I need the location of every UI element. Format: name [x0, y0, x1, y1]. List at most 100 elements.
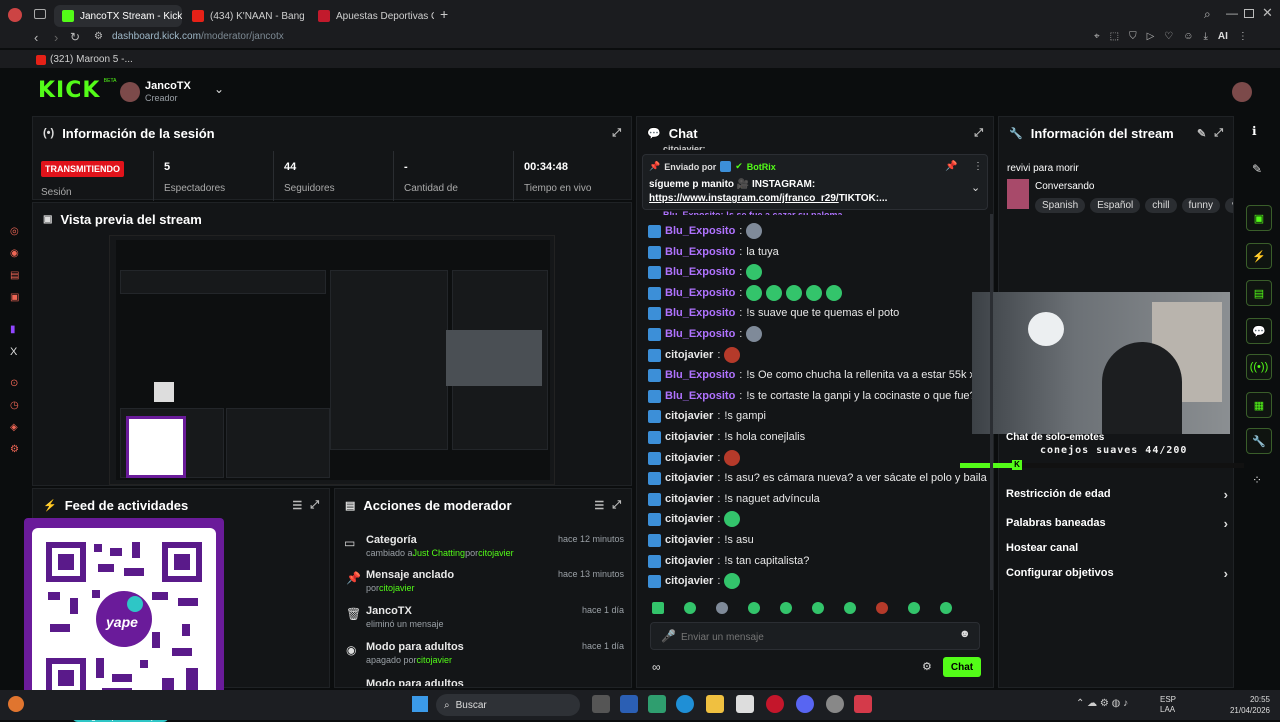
chat-extras-icon[interactable]: ∞: [652, 660, 661, 674]
menu-host-channel[interactable]: Hostear canal: [1006, 539, 1228, 557]
expand-icon[interactable]: ⤢: [612, 499, 621, 512]
opera-icon[interactable]: [766, 695, 784, 713]
chat-username[interactable]: citojavier: [665, 534, 713, 546]
more-tools-icon[interactable]: ⁘: [1252, 473, 1262, 487]
expand-icon[interactable]: ⤢: [974, 127, 983, 140]
stream-info-scrollbar[interactable]: [990, 214, 993, 590]
share-icon[interactable]: ⬚: [1110, 31, 1119, 42]
expand-icon[interactable]: ⤢: [310, 499, 319, 512]
menu-age-restriction[interactable]: Restricción de edad ›: [1006, 485, 1228, 503]
pinned-user[interactable]: BotRix: [747, 162, 776, 172]
emoji-icon[interactable]: ☻: [959, 628, 971, 640]
chat-message[interactable]: Blu_Exposito:: [648, 325, 763, 343]
chat-message[interactable]: citojavier: !s hola conejlalis: [648, 428, 805, 446]
new-tab-icon[interactable]: +: [440, 6, 448, 22]
bookmark-item[interactable]: (321) Maroon 5 -...: [36, 54, 133, 65]
start-icon[interactable]: [412, 696, 428, 712]
pin-icon[interactable]: ⌖: [1094, 31, 1100, 42]
pinned-expand-chevron-icon[interactable]: ⌄: [971, 181, 980, 194]
tool-button-mod[interactable]: ▦: [1246, 392, 1272, 418]
chat-message[interactable]: citojavier:: [648, 449, 741, 467]
tool-button-wrench[interactable]: 🔧: [1246, 428, 1272, 454]
user-link[interactable]: citojavier: [478, 548, 514, 558]
app-icon-2[interactable]: [826, 695, 844, 713]
category-link[interactable]: Just Chatting: [413, 548, 466, 558]
url-field[interactable]: dashboard.kick.com /moderator/jancotx: [112, 31, 284, 42]
chat-send-button[interactable]: Chat: [943, 657, 981, 677]
twitch-icon[interactable]: ▮: [10, 324, 16, 335]
social-icon-1[interactable]: ◎: [10, 226, 19, 237]
kick-logo[interactable]: KICK BETA: [38, 78, 116, 103]
word-icon[interactable]: [620, 695, 638, 713]
social-icon-6[interactable]: ◷: [10, 400, 19, 411]
store-icon[interactable]: [736, 695, 754, 713]
mod-action-item[interactable]: 🗑 JancoTX hace 1 día eliminó un mensaje: [338, 603, 630, 637]
back-icon[interactable]: ‹: [34, 30, 38, 45]
tray-icons[interactable]: ⌃ ☁ ⚙ ◍ ♪: [1076, 698, 1128, 709]
chat-username[interactable]: citojavier: [665, 493, 713, 505]
info-icon[interactable]: ℹ: [1252, 124, 1257, 138]
app-icon-1[interactable]: [648, 695, 666, 713]
social-icon-4[interactable]: ▣: [10, 292, 19, 303]
chat-message[interactable]: Blu_Exposito: !s suave que te quemas el p…: [648, 304, 899, 322]
chat-message[interactable]: citojavier: !s asu? es cámara nueva? a ve…: [648, 469, 987, 487]
emote-icon[interactable]: [748, 602, 760, 614]
browser-tab-apuestas[interactable]: Apuestas Deportivas Onlin: [310, 5, 434, 27]
reload-icon[interactable]: ↻: [70, 30, 80, 44]
chat-username[interactable]: citojavier: [665, 431, 713, 443]
chat-message[interactable]: citojavier: !s gampi: [648, 407, 766, 425]
emote-icon[interactable]: [716, 602, 728, 614]
chat-username[interactable]: citojavier: [665, 555, 713, 567]
pencil-icon[interactable]: ✎: [1252, 162, 1262, 176]
emote-icon[interactable]: [812, 602, 824, 614]
weather-widget[interactable]: [8, 696, 24, 712]
chat-username[interactable]: Blu_Exposito: [665, 287, 735, 299]
x-icon[interactable]: X: [10, 346, 17, 358]
explorer-icon[interactable]: [706, 695, 724, 713]
close-window-icon[interactable]: ✕: [1262, 5, 1273, 21]
user-link[interactable]: citojavier: [417, 655, 453, 665]
pinned-menu-icon[interactable]: ⋮: [973, 161, 983, 172]
ai-button[interactable]: AI: [1218, 31, 1228, 42]
chat-message[interactable]: citojavier:: [648, 572, 741, 590]
chat-username[interactable]: Blu_Exposito: [665, 328, 735, 340]
emote-icon[interactable]: [908, 602, 920, 614]
language-indicator[interactable]: ESP LAA: [1160, 695, 1176, 715]
play-icon[interactable]: ▷: [1147, 31, 1155, 42]
chat-message[interactable]: citojavier: !s naguet advíncula: [648, 490, 820, 508]
chat-message[interactable]: citojavier: !s asu: [648, 531, 754, 549]
chat-message[interactable]: Blu_Exposito: la tuya: [648, 243, 779, 261]
chat-username[interactable]: citojavier: [665, 513, 713, 525]
tool-button-doc[interactable]: ▤: [1246, 280, 1272, 306]
social-icon-2[interactable]: ◉: [10, 248, 19, 259]
browser-tab-kick[interactable]: JancoTX Stream - Kick Da: [54, 5, 182, 27]
stream-preview-video[interactable]: [109, 235, 555, 485]
chat-username[interactable]: Blu_Exposito: [665, 225, 735, 237]
chat-message[interactable]: citojavier: !s tan capitalista?: [648, 552, 809, 570]
shield-icon[interactable]: ⛉: [1129, 31, 1137, 42]
filter-icon[interactable]: ☰: [594, 499, 604, 512]
expand-icon[interactable]: ⤢: [612, 127, 621, 140]
channel-switch-chevron-icon[interactable]: ⌄: [214, 82, 224, 96]
emote-icon[interactable]: [780, 602, 792, 614]
browser-profile-icon[interactable]: [8, 8, 22, 22]
social-icon-7[interactable]: ◈: [10, 422, 18, 433]
chat-message[interactable]: Blu_Exposito:: [648, 222, 763, 240]
tool-button-broadcast[interactable]: ((•)): [1246, 354, 1272, 380]
chat-input-box[interactable]: 🎤 ☻: [650, 622, 980, 650]
app-icon-3[interactable]: [854, 695, 872, 713]
social-icon-3[interactable]: ▤: [10, 270, 19, 281]
mod-action-item[interactable]: ◉ Modo para adultos hace 1 día apagado p…: [338, 639, 630, 673]
filter-icon[interactable]: ☰: [292, 499, 302, 512]
emote-icon[interactable]: [940, 602, 952, 614]
site-info-icon[interactable]: ⚙: [94, 31, 103, 42]
favorites-icon[interactable]: ♡: [1164, 31, 1173, 42]
mod-action-item[interactable]: ▭ Categoría hace 12 minutos cambiado a J…: [338, 532, 630, 566]
chat-username[interactable]: Blu_Exposito: [665, 390, 735, 402]
edit-icon[interactable]: ✎: [1197, 127, 1206, 140]
browser-tab-youtube[interactable]: (434) K'NAAN - Bang Ban: [184, 5, 304, 27]
menu-configure-goals[interactable]: Configurar objetivos ›: [1006, 564, 1228, 582]
chat-message[interactable]: Blu_Exposito:: [648, 263, 763, 281]
tool-button-clip[interactable]: ▣: [1246, 205, 1272, 231]
taskbar-search[interactable]: ⌕ Buscar: [436, 694, 580, 716]
